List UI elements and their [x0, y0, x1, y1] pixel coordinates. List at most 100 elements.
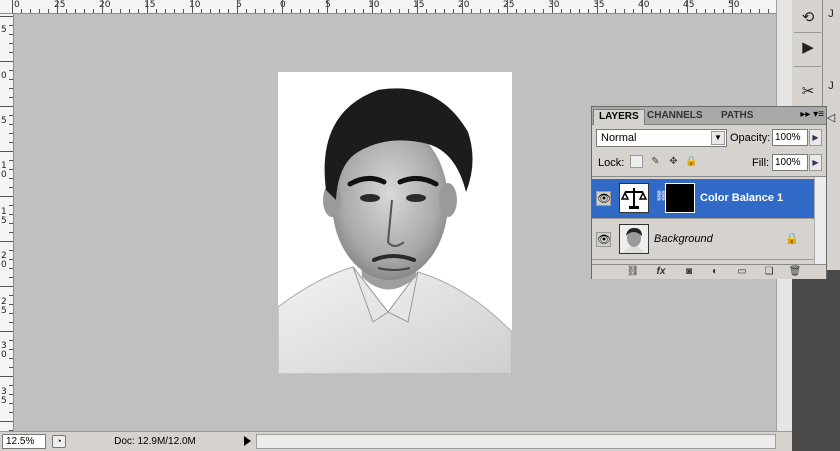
ruler-tick	[9, 88, 13, 89]
ruler-tick	[9, 205, 13, 206]
ruler-tick	[9, 250, 13, 251]
ruler-tick	[678, 9, 679, 13]
history-icon[interactable]: ⟲	[797, 8, 819, 28]
panel-tab-bar: LAYERS CHANNELS PATHS ▸▸ ▾≡	[592, 107, 826, 125]
ruler-label: 5	[1, 25, 7, 35]
ruler-tick	[0, 376, 13, 377]
trash-icon[interactable]: 🗑	[788, 266, 802, 278]
ruler-tick	[246, 9, 247, 13]
portrait-thumbnail-icon	[620, 225, 648, 253]
ruler-tick	[633, 9, 634, 13]
background-thumbnail	[619, 224, 649, 254]
eye-icon[interactable]: 👁	[596, 232, 611, 247]
ruler-tick	[759, 9, 760, 13]
ruler-tick	[39, 9, 40, 13]
lock-position-icon[interactable]: ✥	[667, 155, 680, 168]
layer-list: 👁 ⛓ Color Balance 1 👁 Background 🔒	[592, 176, 826, 265]
layer-row-color-balance[interactable]: 👁 ⛓ Color Balance 1	[592, 179, 814, 219]
tools-scissors-icon[interactable]: ✂	[797, 82, 819, 102]
new-group-icon[interactable]: ▭	[735, 266, 749, 278]
horizontal-scrollbar[interactable]	[256, 434, 776, 449]
panel-icon[interactable]: J	[823, 4, 839, 24]
ruler-tick	[0, 241, 13, 242]
ruler-tick	[138, 9, 139, 13]
ruler-tick	[768, 9, 769, 13]
ruler-tick	[570, 9, 571, 13]
layer-name[interactable]: Background	[654, 233, 713, 245]
layer-list-scrollbar[interactable]	[814, 177, 826, 265]
ruler-tick	[0, 421, 13, 422]
ruler-tick	[9, 340, 13, 341]
ruler-tick	[606, 9, 607, 13]
ruler-label: 20	[99, 0, 111, 10]
status-menu-arrow-icon[interactable]	[244, 436, 251, 446]
horizontal-ruler[interactable]: 0 25 20 15 10 5 0 5 10 15 20 25 30 35 40…	[0, 0, 776, 14]
ruler-tick	[9, 187, 13, 188]
layer-name[interactable]: Color Balance 1	[700, 192, 783, 204]
vertical-ruler[interactable]: 5 0 5 1 0 1 5 2 0 2 5 3 0 3 5	[0, 14, 14, 431]
ruler-tick	[300, 9, 301, 13]
ruler-tick	[0, 151, 13, 152]
layer-mask-thumbnail[interactable]	[665, 183, 695, 213]
lock-all-icon[interactable]: 🔒	[685, 155, 698, 168]
ruler-tick	[696, 9, 697, 13]
ruler-label: 3 0	[1, 341, 7, 360]
status-bar: 12.5% ◔ Doc: 12.9M/12.0M	[0, 431, 792, 451]
ruler-tick	[372, 0, 373, 13]
lock-icon: 🔒	[785, 233, 799, 245]
ruler-tick	[183, 9, 184, 13]
tab-layers[interactable]: LAYERS	[593, 109, 645, 125]
document-size-info[interactable]: Doc: 12.9M/12.0M	[70, 436, 240, 447]
ruler-tick	[471, 9, 472, 13]
ruler-tick	[0, 61, 13, 62]
opacity-slider-arrow-icon[interactable]: ▶	[809, 129, 822, 146]
fill-label: Fill:	[752, 157, 770, 169]
ruler-tick	[93, 9, 94, 13]
document-canvas[interactable]	[278, 72, 512, 374]
ruler-label: 25	[54, 0, 66, 10]
lock-pixels-icon[interactable]: ✎	[649, 155, 662, 168]
ruler-label: 10	[368, 0, 380, 10]
ruler-tick	[48, 9, 49, 13]
portrait-image	[278, 72, 512, 374]
ruler-tick	[417, 0, 418, 13]
fill-input[interactable]: 100%	[772, 154, 808, 171]
ruler-tick	[390, 9, 391, 13]
lock-transparency-icon[interactable]	[630, 155, 643, 168]
eye-icon[interactable]: 👁	[596, 191, 611, 206]
layer-row-background[interactable]: 👁 Background 🔒	[592, 220, 814, 260]
panel-menu-icon[interactable]: ▸▸ ▾≡	[788, 109, 824, 120]
ruler-tick	[9, 115, 13, 116]
add-mask-icon[interactable]: ◙	[682, 266, 696, 278]
ruler-tick	[210, 9, 211, 13]
actions-play-icon[interactable]: ▶	[797, 38, 819, 58]
ruler-tick	[381, 9, 382, 13]
chevron-down-icon[interactable]: ▼	[711, 131, 725, 145]
layer-style-icon[interactable]: fx	[654, 266, 668, 278]
ruler-tick	[9, 322, 13, 323]
panel-icon[interactable]: J	[823, 76, 839, 96]
blend-mode-select[interactable]: Normal ▼	[596, 129, 727, 147]
link-layers-icon[interactable]: ⛓	[626, 266, 640, 278]
opacity-input[interactable]: 100%	[772, 129, 808, 146]
ruler-label: 10	[189, 0, 201, 10]
ruler-tick	[228, 9, 229, 13]
ruler-tick	[318, 9, 319, 13]
ruler-tick	[9, 367, 13, 368]
new-layer-icon[interactable]: ❏	[762, 266, 776, 278]
status-info-icon[interactable]: ◔	[52, 435, 66, 448]
ruler-tick	[9, 232, 13, 233]
tab-paths[interactable]: PATHS	[716, 109, 758, 125]
ruler-tick	[9, 268, 13, 269]
adjustment-layer-icon[interactable]: ◐	[708, 266, 722, 278]
ruler-label: 15	[144, 0, 156, 10]
fill-slider-arrow-icon[interactable]: ▶	[809, 154, 822, 171]
zoom-level-field[interactable]: 12.5%	[2, 434, 46, 449]
ruler-tick	[309, 9, 310, 13]
ruler-tick	[120, 9, 121, 13]
tab-channels[interactable]: CHANNELS	[642, 109, 708, 125]
ruler-tick	[498, 9, 499, 13]
ruler-label: 40	[638, 0, 650, 10]
ruler-label: 0	[14, 0, 20, 10]
ruler-label: 45	[683, 0, 695, 10]
